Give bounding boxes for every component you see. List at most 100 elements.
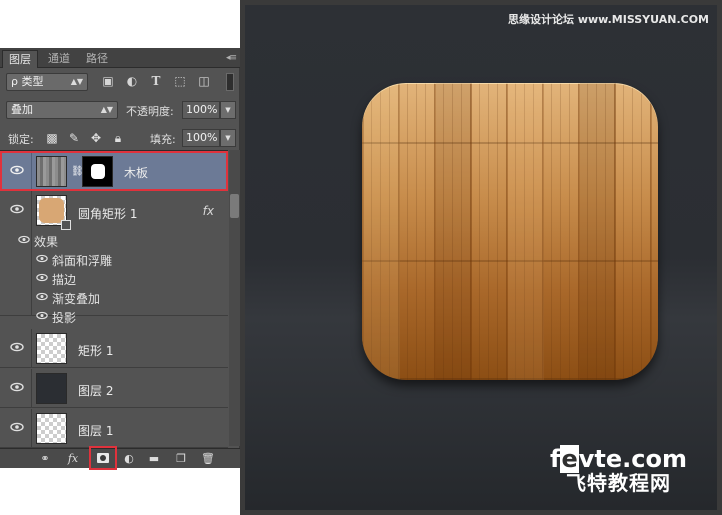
layers-panel: 图层 通道 路径 ◂≡ ρ 类型 ▲▼ ▣ ◐ T ⬚ ◫ 叠加 ▲▼ 不透明度… <box>0 48 240 470</box>
fill-dropdown-button[interactable]: ▼ <box>220 129 236 147</box>
smart-object-filter-icon[interactable]: ◫ <box>196 73 212 89</box>
plank <box>362 83 400 380</box>
opacity-label: 不透明度: <box>126 105 174 118</box>
filter-kind-label: ρ 类型 <box>11 75 44 88</box>
effect-row-gradient-overlay[interactable]: 渐变叠加 <box>36 288 232 306</box>
tab-paths[interactable]: 路径 <box>80 50 114 68</box>
layer-thumbnail[interactable] <box>36 333 67 364</box>
blend-mode-value: 叠加 <box>11 103 33 116</box>
visibility-eye-icon[interactable] <box>10 165 24 175</box>
blend-mode-dropdown[interactable]: 叠加 ▲▼ <box>6 101 118 119</box>
link-icon[interactable]: ⚭ <box>36 450 54 468</box>
divider <box>31 369 32 407</box>
lock-label: 锁定: <box>8 133 34 146</box>
panel-menu-icon[interactable]: ◂≡ <box>226 53 237 63</box>
visibility-eye-icon[interactable] <box>10 342 24 352</box>
layer-row-rect[interactable]: 矩形 1 <box>0 329 228 368</box>
mask-circle <box>100 455 106 461</box>
fx-icon[interactable]: fx <box>203 204 214 218</box>
layer-thumbnail[interactable] <box>36 156 67 187</box>
visibility-eye-icon[interactable] <box>10 382 24 392</box>
effect-label: 投影 <box>52 311 77 325</box>
lock-all-icon[interactable]: 🔒︎ <box>110 130 126 146</box>
fill-input[interactable]: 100% <box>182 129 220 147</box>
layers-bottom-bar: ⚭ fx ◐ ▬ ❐ 🗑︎ <box>0 446 240 470</box>
layer-list: ⛓ 木板 圆角矩形 1 fx 效果 斜面和浮雕 描边 渐变叠加 投影 矩形 1 … <box>0 150 228 448</box>
chevron-updown-icon: ▲▼ <box>70 77 83 86</box>
adjustment-filter-icon[interactable]: ◐ <box>124 73 140 89</box>
layer-name: 矩形 1 <box>78 344 114 358</box>
layer-name: 木板 <box>124 166 149 180</box>
layer-row-layer1[interactable]: 图层 1 <box>0 409 228 448</box>
filter-toggle-switch[interactable] <box>226 73 234 91</box>
trash-icon[interactable]: 🗑︎ <box>199 450 217 468</box>
opacity-dropdown-button[interactable]: ▼ <box>220 101 236 119</box>
layer-thumbnail[interactable] <box>36 373 67 404</box>
logo-site-name: 飞特教程网 <box>566 471 672 495</box>
layer-mask-thumbnail[interactable] <box>82 156 113 187</box>
visibility-eye-icon[interactable] <box>36 273 50 283</box>
blend-row: 叠加 ▲▼ 不透明度: 100% ▼ <box>0 100 240 120</box>
wood-icon-tile <box>362 83 658 380</box>
visibility-eye-icon[interactable] <box>18 235 32 245</box>
divider <box>31 329 32 367</box>
visibility-eye-icon[interactable] <box>36 311 50 321</box>
layer-row-rounded-rect[interactable]: 圆角矩形 1 fx 效果 斜面和浮雕 描边 渐变叠加 投影 <box>0 191 228 325</box>
layer-name: 圆角矩形 1 <box>78 207 138 221</box>
divider <box>31 191 32 315</box>
chevron-updown-icon: ▲▼ <box>100 105 113 114</box>
fill-label: 填充: <box>150 133 176 146</box>
effects-header-label: 效果 <box>34 235 59 249</box>
panel-tabs: 图层 通道 路径 ◂≡ <box>0 48 240 68</box>
layer-thumbnail[interactable] <box>36 195 71 230</box>
scrollbar-thumb[interactable] <box>230 194 239 218</box>
vector-shape-icon <box>61 220 71 230</box>
logo-part: vte.com <box>578 445 687 473</box>
effect-row-bevel[interactable]: 斜面和浮雕 <box>36 250 232 268</box>
mask-shape <box>91 164 105 179</box>
effect-row-drop-shadow[interactable]: 投影 <box>36 307 232 325</box>
effect-label: 描边 <box>52 273 77 287</box>
tab-layers[interactable]: 图层 <box>2 50 38 68</box>
divider <box>31 153 32 189</box>
effect-row-stroke[interactable]: 描边 <box>36 269 232 287</box>
tab-channels[interactable]: 通道 <box>42 50 76 68</box>
layer-name: 图层 1 <box>78 424 114 438</box>
lock-position-icon[interactable]: ✥ <box>88 130 104 146</box>
visibility-eye-icon[interactable] <box>10 204 24 214</box>
logo-part: f <box>550 445 561 473</box>
filter-kind-dropdown[interactable]: ρ 类型 ▲▼ <box>6 73 88 91</box>
layer-row-wood[interactable]: ⛓ 木板 <box>0 151 228 191</box>
fevte-logo: fevte.com 飞特教程网 <box>550 445 687 495</box>
adjustment-icon[interactable]: ◐ <box>120 450 138 468</box>
plank <box>580 83 616 380</box>
effects-header-row[interactable]: 效果 <box>18 231 214 249</box>
pixel-filter-icon[interactable]: ▣ <box>100 73 116 89</box>
plank <box>508 83 544 380</box>
mask-rect <box>97 453 109 463</box>
effect-label: 渐变叠加 <box>52 292 101 306</box>
lock-paint-icon[interactable]: ✎ <box>66 130 82 146</box>
visibility-eye-icon[interactable] <box>36 254 50 264</box>
layer-row-layer2[interactable]: 图层 2 <box>0 369 228 408</box>
fx-icon[interactable]: fx <box>64 450 82 468</box>
divider <box>31 409 32 447</box>
folder-icon[interactable]: ▬ <box>145 450 163 468</box>
document-canvas[interactable]: 思缘设计论坛 www.MISSYUAN.COM fevte.com 飞特教程网 <box>240 0 722 515</box>
new-layer-icon[interactable]: ❐ <box>172 450 190 468</box>
watermark-text: 思缘设计论坛 www.MISSYUAN.COM <box>507 13 709 26</box>
layer-thumbnail[interactable] <box>36 413 67 444</box>
layer-name: 图层 2 <box>78 384 114 398</box>
visibility-eye-icon[interactable] <box>10 422 24 432</box>
lock-transparent-icon[interactable]: ▩ <box>44 130 60 146</box>
opacity-input[interactable]: 100% <box>182 101 220 119</box>
add-mask-icon[interactable] <box>89 446 117 470</box>
logo-part: e <box>560 445 579 473</box>
visibility-eye-icon[interactable] <box>36 292 50 302</box>
lock-row: 锁定: ▩ ✎ ✥ 🔒︎ 填充: 100% ▼ <box>0 128 240 148</box>
type-filter-icon[interactable]: T <box>148 73 164 89</box>
plank <box>436 83 472 380</box>
shape-filter-icon[interactable]: ⬚ <box>172 73 188 89</box>
filter-row: ρ 类型 ▲▼ ▣ ◐ T ⬚ ◫ <box>0 72 240 92</box>
layer-list-scrollbar[interactable] <box>229 150 240 446</box>
